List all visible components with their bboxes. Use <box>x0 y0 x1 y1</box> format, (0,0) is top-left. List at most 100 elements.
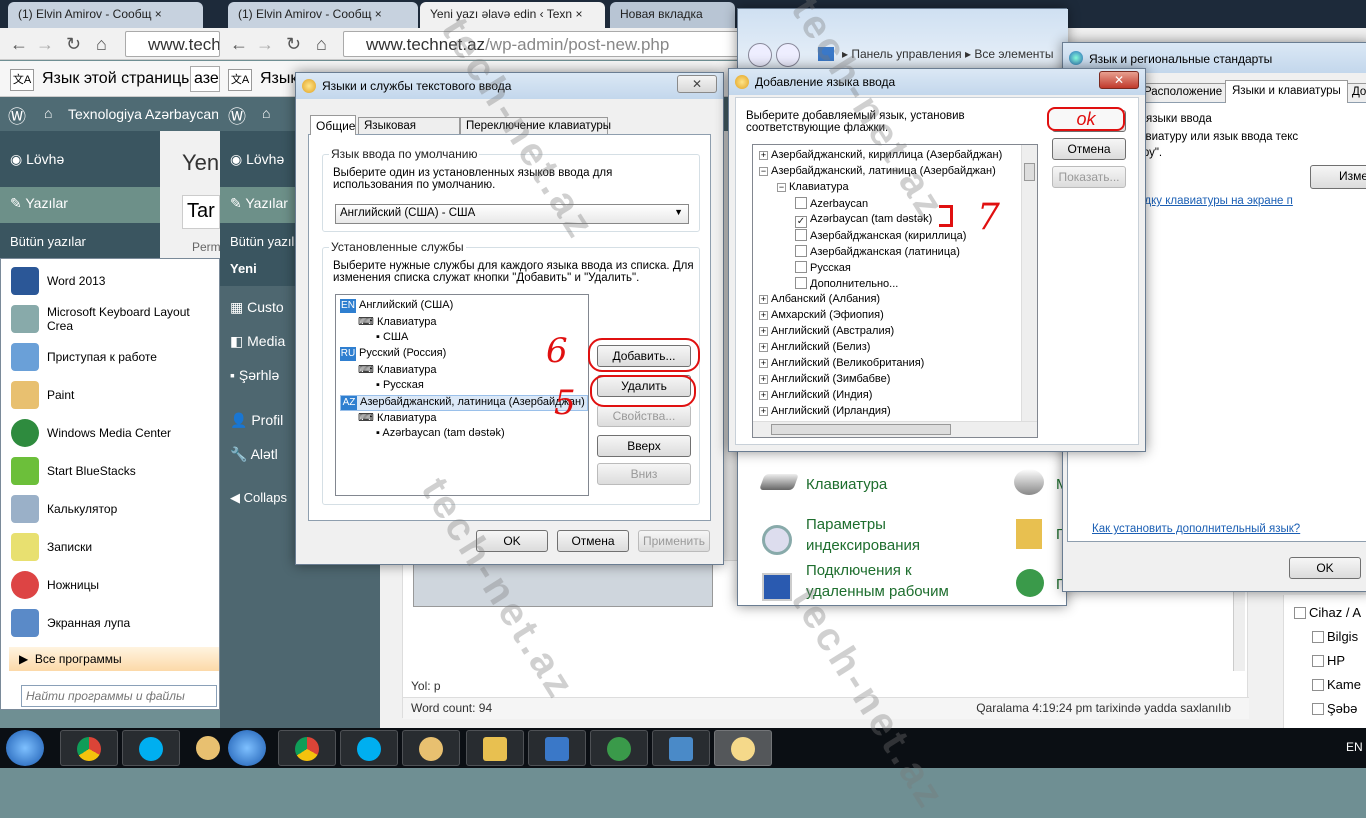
show-button[interactable]: Показать... <box>1052 166 1126 188</box>
sidebar-item-profile[interactable]: 👤 Profil <box>230 412 283 429</box>
change-keyboards-button[interactable]: Изме <box>1310 165 1366 189</box>
taskbar-control-panel[interactable] <box>528 730 586 766</box>
tree-node[interactable]: + Английский (Зимбабве) <box>759 373 890 385</box>
tree-node[interactable]: + Английский (Великобритания) <box>759 357 924 369</box>
language-tree[interactable]: + Азербайджанский, кириллица (Азербайджан… <box>752 144 1038 438</box>
tree-node[interactable]: − Клавиатура <box>777 181 849 193</box>
cancel-button[interactable]: Отмена <box>557 530 629 552</box>
expand-toggle[interactable]: + <box>759 311 768 320</box>
checkbox[interactable] <box>795 277 807 289</box>
expand-toggle[interactable]: + <box>759 359 768 368</box>
layout-checkbox-item[interactable]: Азербайджанская (кириллица) <box>795 229 966 242</box>
language-indicator[interactable]: EN <box>1346 740 1363 754</box>
tree-keyboard[interactable]: ⌨ Клавиатура <box>358 363 437 376</box>
layout-checkbox-item[interactable]: Русская <box>795 261 851 274</box>
back-icon[interactable]: ← <box>230 34 248 55</box>
checkbox[interactable] <box>795 229 807 241</box>
tree-language[interactable]: EN Английский (США) <box>340 299 453 313</box>
post-title-input[interactable]: Tar <box>182 195 220 229</box>
category-checkbox[interactable]: Cihaz / A <box>1294 605 1361 620</box>
sidebar-item-posts[interactable]: ✎ Yazılar <box>230 195 288 212</box>
start-search-input[interactable] <box>21 685 217 707</box>
start-item-magnifier[interactable]: Экранная лупа <box>11 605 216 641</box>
address-bar[interactable]: www.techn <box>125 31 220 57</box>
browser-tab-active[interactable]: Yeni yazı əlavə edin ‹ Texn × <box>420 2 605 28</box>
start-item-keyboard-layout-creator[interactable]: Microsoft Keyboard Layout Crea <box>11 301 216 337</box>
taskbar-network[interactable] <box>590 730 648 766</box>
checkbox[interactable]: ✓ <box>795 216 807 228</box>
paint-icon[interactable] <box>196 736 220 760</box>
forward-icon[interactable]: → <box>256 34 274 55</box>
cp-item-keyboard[interactable]: Клавиатура <box>806 474 887 495</box>
tree-horizontal-scrollbar[interactable] <box>753 421 1037 437</box>
all-programs-button[interactable]: ▶ Все программы <box>9 647 219 671</box>
browser-tab[interactable]: (1) Elvin Amirov - Сообщ × <box>8 2 203 28</box>
tree-node[interactable]: + Албанский (Албания) <box>759 293 880 305</box>
tree-layout[interactable]: ▪ США <box>376 331 408 343</box>
sidebar-item-all-posts[interactable]: Bütün yazılar <box>10 234 86 249</box>
move-down-button[interactable]: Вниз <box>597 463 691 485</box>
back-icon[interactable]: ← <box>10 34 28 55</box>
tree-node[interactable]: + Амхарский (Эфиопия) <box>759 309 884 321</box>
cancel-button[interactable]: Отмена <box>1052 138 1126 160</box>
site-name-link[interactable]: Texnologiya Azərbaycan v <box>68 106 218 122</box>
expand-toggle[interactable]: + <box>759 407 768 416</box>
forward-icon[interactable]: → <box>36 34 54 55</box>
properties-button[interactable]: Свойства... <box>597 405 691 427</box>
taskbar-chrome[interactable] <box>278 730 336 766</box>
category-checkbox[interactable]: Şəbə <box>1312 701 1357 716</box>
taskbar-skype[interactable] <box>122 730 180 766</box>
tab-location[interactable]: Расположение <box>1139 83 1228 103</box>
install-language-link[interactable]: Как установить дополнительный язык? <box>1092 523 1300 535</box>
cp-item-indexing[interactable]: Параметры индексирования <box>806 514 936 556</box>
start-item-sticky-notes[interactable]: Записки <box>11 529 216 565</box>
checkbox[interactable] <box>795 197 807 209</box>
tab-administrative[interactable]: Доп <box>1347 83 1366 103</box>
start-item-word[interactable]: Word 2013 <box>11 263 216 299</box>
browser-tab-new[interactable]: Новая вкладка <box>610 2 735 28</box>
category-checkbox[interactable]: Kame <box>1312 677 1361 692</box>
tree-node[interactable]: + Английский (Австралия) <box>759 325 894 337</box>
taskbar-photo-viewer[interactable] <box>652 730 710 766</box>
reload-icon[interactable]: ↻ <box>286 34 301 55</box>
layout-checkbox-item[interactable]: Azerbaycan <box>795 197 868 210</box>
expand-toggle[interactable]: + <box>759 391 768 400</box>
start-item-bluestacks[interactable]: Start BlueStacks <box>11 453 216 489</box>
sidebar-item-media[interactable]: ◧ Media <box>230 333 285 350</box>
taskbar-text-services[interactable] <box>714 730 772 766</box>
taskbar-skype[interactable] <box>340 730 398 766</box>
tree-node[interactable]: − Азербайджанский, латиница (Азербайджан) <box>759 165 996 177</box>
sidebar-collapse[interactable]: ◀ Collaps <box>230 490 287 506</box>
tree-node[interactable]: + Английский (Ирландия) <box>759 405 891 417</box>
expand-toggle[interactable]: + <box>759 343 768 352</box>
browser-tab[interactable]: (1) Elvin Amirov - Сообщ × <box>228 2 418 28</box>
cp-item-remote-connections[interactable]: Подключения к удаленным рабочим <box>806 560 966 602</box>
translate-language-select[interactable]: азе <box>190 66 220 92</box>
sidebar-item-tools[interactable]: 🔧 Alətl <box>230 446 278 463</box>
tab-general[interactable]: Общие <box>310 115 356 135</box>
expand-toggle[interactable]: + <box>759 295 768 304</box>
tree-vertical-scrollbar[interactable] <box>1021 145 1037 422</box>
expand-toggle[interactable]: + <box>759 151 768 160</box>
sidebar-item-new[interactable]: Yeni <box>230 261 257 276</box>
wordpress-logo-icon[interactable]: Ⓦ <box>228 103 246 129</box>
sidebar-item-comments[interactable]: ▪ Şərhlə <box>230 367 279 383</box>
start-button[interactable] <box>6 730 44 766</box>
tree-node[interactable]: + Английский (Индия) <box>759 389 872 401</box>
tree-node[interactable]: + Азербайджанский, кириллица (Азербайджан… <box>759 149 1002 161</box>
tree-keyboard[interactable]: ⌨ Клавиатура <box>358 315 437 328</box>
tree-node[interactable]: + Английский (Белиз) <box>759 341 870 353</box>
start-item-snipping-tool[interactable]: Ножницы <box>11 567 216 603</box>
start-item-calculator[interactable]: Калькулятор <box>11 491 216 527</box>
wordpress-logo-icon[interactable]: Ⓦ <box>8 103 26 129</box>
reload-icon[interactable]: ↻ <box>66 34 81 55</box>
sidebar-item-dashboard[interactable]: ◉ Lövhə <box>10 151 64 168</box>
taskbar-chrome[interactable] <box>60 730 118 766</box>
ok-button[interactable]: OK <box>1289 557 1361 579</box>
tab-languages-keyboards[interactable]: Языки и клавиатуры <box>1225 80 1348 103</box>
tree-language[interactable]: RU Русский (Россия) <box>340 347 446 361</box>
start-item-paint[interactable]: Paint <box>11 377 216 413</box>
category-checkbox[interactable]: Bilgis <box>1312 629 1358 644</box>
expand-toggle[interactable]: − <box>777 183 786 192</box>
layout-checkbox-item[interactable]: Дополнительно... <box>795 277 898 290</box>
